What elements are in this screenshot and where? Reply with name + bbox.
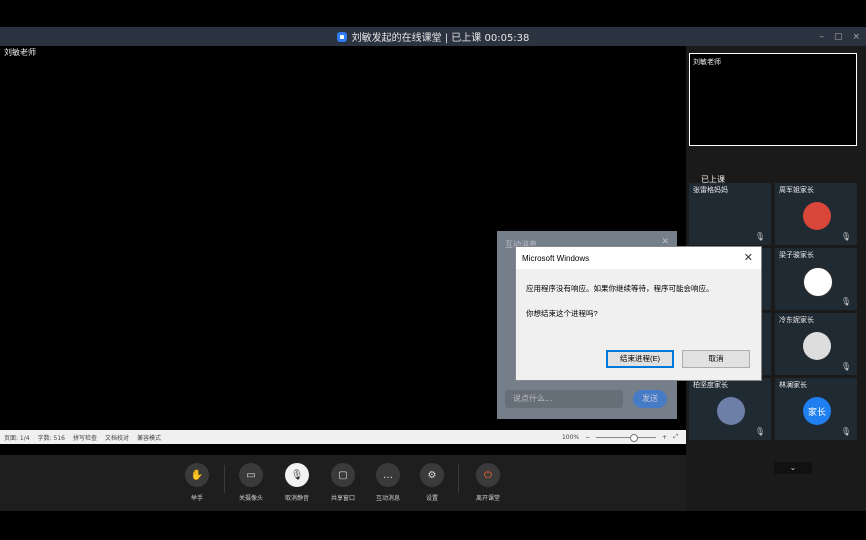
participant-tile[interactable]: 冷东妮家长 🎙 (775, 313, 857, 375)
participant-name: 梁子骏家长 (779, 251, 814, 259)
spellcheck-toggle[interactable]: 拼写检查 (73, 433, 97, 442)
toolbar-divider (224, 465, 225, 493)
mic-muted-icon: 🎙 (840, 232, 851, 241)
participant-tile[interactable]: 柏坚度家长 🎙 (689, 378, 771, 440)
share-window-button[interactable]: ▢ 共享窗口 (323, 463, 363, 502)
cancel-button[interactable]: 取消 (682, 350, 750, 368)
zoom-out-icon[interactable]: − (585, 434, 590, 441)
participant-tile[interactable]: 林澜家长 家长 🎙 (775, 378, 857, 440)
close-icon[interactable]: ✕ (744, 251, 753, 264)
mic-muted-icon: 🎙 (840, 297, 851, 306)
leave-class-button[interactable]: ⏻ 离开课堂 (468, 463, 508, 502)
send-button[interactable]: 发送 (633, 390, 667, 408)
window-titlebar: 刘敏发起的在线课堂 | 已上课 00:05:38 – ▢ × (0, 27, 866, 46)
settings-button[interactable]: ⚙ 设置 (412, 463, 452, 502)
participant-tile[interactable]: 周军姐家长 🎙 (775, 183, 857, 245)
screen-share-icon: ▢ (331, 463, 355, 487)
compat-mode: 兼容模式 (137, 434, 162, 442)
scroll-down-button[interactable]: ⌄ (774, 462, 812, 474)
gear-icon: ⚙ (420, 463, 444, 487)
proofread-button[interactable]: 文档校对 (105, 433, 129, 442)
camera-icon: ▭ (239, 463, 263, 487)
mic-muted-icon: 🎙 (285, 463, 309, 487)
raise-hand-button[interactable]: ✋ 举手 (177, 463, 217, 502)
teacher-label: 刘敏老师 (4, 48, 36, 57)
avatar (803, 202, 831, 230)
participant-name: 冷东妮家长 (779, 316, 814, 324)
hand-icon: ✋ (185, 463, 209, 487)
participant-name: 柏坚度家长 (693, 381, 728, 389)
dialog-message: 应用程序没有响应。如果你继续等待，程序可能会响应。 (526, 284, 714, 293)
avatar (803, 332, 831, 360)
teacher-preview[interactable]: 刘敏老师 (689, 53, 857, 146)
unmute-label: 取消静音 (284, 495, 309, 502)
avatar (717, 397, 745, 425)
camera-off-button[interactable]: ▭ 关摄像头 (231, 463, 271, 502)
camera-label: 关摄像头 (238, 495, 263, 502)
mic-muted-icon: 🎙 (754, 427, 765, 436)
dialog-question: 你想结束这个进程吗? (526, 309, 598, 318)
close-window-button[interactable]: × (852, 32, 860, 42)
power-icon: ⏻ (476, 463, 500, 487)
zoom-in-icon[interactable]: + (662, 434, 667, 441)
participant-tile[interactable]: 梁子骏家长 🎙 (775, 248, 857, 310)
messages-button[interactable]: … 互动消息 (368, 463, 408, 502)
zoom-slider[interactable] (596, 433, 657, 442)
chat-input[interactable]: 说点什么... (505, 390, 623, 408)
not-responding-dialog: Microsoft Windows ✕ 应用程序没有响应。如果你继续等待，程序可… (515, 246, 762, 381)
window-title: 刘敏发起的在线课堂 | 已上课 00:05:38 (351, 33, 530, 44)
participant-tile[interactable]: 张雷格妈妈 🎙 (689, 183, 771, 245)
mic-muted-icon: 🎙 (754, 232, 765, 241)
share-label: 共享窗口 (330, 495, 355, 502)
zoom-level: 100% (561, 433, 580, 441)
messages-label: 互动消息 (375, 495, 400, 502)
minimize-button[interactable]: – (819, 32, 824, 42)
participant-name: 张雷格妈妈 (693, 186, 728, 194)
participant-name: 周军姐家长 (779, 186, 814, 194)
zoom-knob[interactable] (630, 433, 639, 442)
dialog-title: Microsoft Windows (516, 247, 761, 269)
mic-muted-icon: 🎙 (840, 362, 851, 371)
settings-label: 设置 (425, 495, 438, 502)
page-indicator: 页面: 1/4 (4, 434, 30, 442)
mic-muted-icon: 🎙 (840, 427, 851, 436)
avatar (803, 267, 833, 297)
fullscreen-icon[interactable]: ⤢ (673, 433, 678, 441)
chat-icon: … (376, 463, 400, 487)
participant-name: 林澜家长 (779, 381, 807, 389)
bottom-toolbar: ✋ 举手 ▭ 关摄像头 🎙 取消静音 ▢ 共享窗口 … 互动消息 ⚙ 设置 ⏻ … (0, 455, 686, 511)
unmute-button[interactable]: 🎙 取消静音 (277, 463, 317, 502)
preview-label: 刘敏老师 (693, 58, 721, 66)
app-icon (336, 31, 347, 42)
leave-label: 离开课堂 (475, 495, 500, 502)
document-status-bar: 页面: 1/4 字数: 516 拼写检查 文档校对 兼容模式 100% − + … (0, 430, 686, 444)
end-process-button[interactable]: 结束进程(E) (606, 350, 674, 368)
toolbar-divider (458, 465, 459, 493)
maximize-button[interactable]: ▢ (834, 32, 843, 42)
raise-hand-label: 举手 (190, 495, 203, 502)
window-controls: – ▢ × (819, 27, 860, 46)
word-count: 字数: 516 (37, 434, 65, 442)
avatar: 家长 (803, 397, 831, 425)
